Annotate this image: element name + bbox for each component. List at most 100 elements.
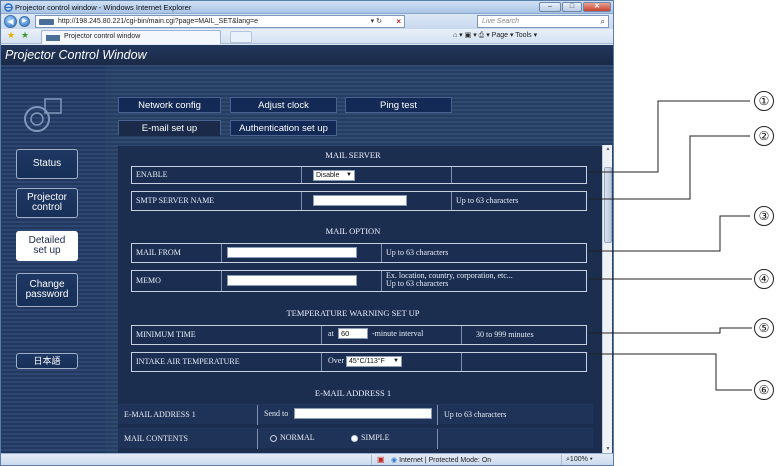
vertical-scrollbar[interactable]: ▲ ▼ <box>602 145 612 453</box>
callout-1: ① <box>754 91 774 111</box>
mail-contents-hint-cell <box>438 429 588 449</box>
sidebar-item-label: Change password <box>25 279 69 300</box>
mail-server-heading: MAIL SERVER <box>325 150 381 160</box>
tab-authentication-set-up[interactable]: Authentication set up <box>230 120 337 136</box>
smtp-row: SMTP SERVER NAME Up to 63 characters <box>131 191 587 211</box>
forward-button[interactable]: ▶ <box>19 16 30 27</box>
chevron-down-icon: ▼ <box>393 358 399 364</box>
favorites-bar: ★ ★ Projector control window ⌂ ▾ ▣ ▾ ⎙ ▾… <box>1 29 613 44</box>
maximize-button[interactable]: □ <box>562 2 582 12</box>
intake-air-row: INTAKE AIR TEMPERATURE Over 45°C/113°F ▼ <box>131 352 587 372</box>
callout-5: ⑤ <box>754 318 774 338</box>
security-icon: ▣ <box>377 455 385 464</box>
security-zone-text: Internet | Protected Mode: On <box>399 457 492 464</box>
enable-value-cell <box>302 167 452 183</box>
address-url: http://198.245.80.221/cgi-bin/main.cgi?p… <box>58 18 259 25</box>
email-address-1-heading: E-MAIL ADDRESS 1 <box>314 388 392 398</box>
intake-air-label: INTAKE AIR TEMPERATURE <box>132 353 322 371</box>
back-button[interactable]: ◀ <box>4 15 17 28</box>
sidebar-item-detailed-set-up[interactable]: Detailed set up <box>16 231 78 261</box>
address-toolbar: ◀ ▶ http://198.245.80.221/cgi-bin/main.c… <box>1 14 613 29</box>
mail-contents-label: MAIL CONTENTS <box>118 429 258 449</box>
sidebar-item-japanese[interactable]: 日本語 <box>16 353 78 369</box>
globe-icon: ◉ <box>391 457 398 464</box>
scrollbar-thumb[interactable] <box>604 167 612 243</box>
sidebar-item-label: 日本語 <box>33 356 61 366</box>
minimum-time-input[interactable]: 60 <box>338 328 368 339</box>
intake-air-hint-cell <box>462 353 586 371</box>
minimize-button[interactable]: – <box>539 2 561 12</box>
simple-radio[interactable] <box>351 435 358 442</box>
email-address-1-label: E-MAIL ADDRESS 1 <box>118 405 258 425</box>
enable-row: ENABLE Disable ▼ <box>131 166 587 184</box>
search-input[interactable]: Live Search ⌕ <box>477 15 609 28</box>
sidebar-item-change-password[interactable]: Change password <box>16 273 78 307</box>
enable-label: ENABLE <box>132 167 302 183</box>
mail-from-hint: Up to 63 characters <box>386 248 449 257</box>
security-zone: ◉ Internet | Protected Mode: On <box>391 456 491 464</box>
minimum-time-row: MINIMUM TIME at 60 -minute interval 30 t… <box>131 325 587 345</box>
normal-label: NORMAL <box>280 433 315 442</box>
window-title: Projector control window - Windows Inter… <box>15 3 192 12</box>
sidebar-item-status[interactable]: Status <box>16 149 78 179</box>
status-divider <box>561 455 562 465</box>
page-icon <box>39 19 54 25</box>
browser-tab[interactable]: Projector control window <box>41 30 221 44</box>
mail-settings-panel: MAIL SERVER ENABLE Disable ▼ SMTP SERVER … <box>118 146 608 453</box>
search-placeholder: Live Search <box>482 18 519 25</box>
temperature-heading: TEMPERATURE WARNING SET UP <box>286 308 420 318</box>
page-title: Projector Control Window <box>1 45 613 65</box>
callout-3: ③ <box>754 206 774 226</box>
tab-adjust-clock[interactable]: Adjust clock <box>230 97 337 113</box>
stop-icon[interactable]: × <box>396 17 401 26</box>
memo-value-cell <box>222 271 382 291</box>
sidebar-item-label: Status <box>32 158 62 169</box>
simple-label: SIMPLE <box>361 433 390 442</box>
scroll-down-icon[interactable]: ▼ <box>604 446 612 452</box>
tab-network-config[interactable]: Network config <box>118 97 221 113</box>
sidebar-item-projector-control[interactable]: Projector control <box>16 188 78 218</box>
normal-radio[interactable] <box>270 435 277 442</box>
smtp-label: SMTP SERVER NAME <box>132 192 302 210</box>
email-address-1-hint: Up to 63 characters <box>444 410 507 419</box>
callout-4: ④ <box>754 269 774 289</box>
minimum-time-suffix: -minute interval <box>372 329 424 338</box>
search-icon[interactable]: ⌕ <box>601 17 605 27</box>
scroll-up-icon[interactable]: ▲ <box>604 146 612 152</box>
refresh-icon[interactable]: ▾ ↻ <box>371 17 382 25</box>
zoom-value: 100% <box>569 456 588 463</box>
status-bar: ▣ ◉ Internet | Protected Mode: On ⌕100% … <box>1 453 613 465</box>
email-address-1-row: E-MAIL ADDRESS 1 Send to Up to 63 charac… <box>118 404 593 425</box>
command-bar[interactable]: ⌂ ▾ ▣ ▾ ⎙ ▾ Page ▾ Tools ▾ <box>453 31 537 40</box>
intake-air-select[interactable]: 45°C/113°F ▼ <box>346 356 402 367</box>
memo-row: MEMO Ex. location, country, corporation,… <box>131 270 587 292</box>
callout-6: ⑥ <box>754 380 774 400</box>
title-bar: Projector control window - Windows Inter… <box>1 1 613 14</box>
mail-contents-row: MAIL CONTENTS NORMAL SIMPLE <box>118 428 593 449</box>
smtp-hint: Up to 63 characters <box>456 196 519 205</box>
memo-hint-line-2: Up to 63 characters <box>386 279 449 288</box>
projector-control-page: Projector Control Window Status Projecto… <box>1 45 613 453</box>
minimum-time-label: MINIMUM TIME <box>132 326 322 344</box>
sidebar-item-label: Projector control <box>26 192 67 213</box>
add-favorite-icon[interactable]: ★ <box>21 30 29 41</box>
minimum-time-hint: 30 to 999 minutes <box>476 330 534 339</box>
tab-ping-test[interactable]: Ping test <box>345 97 452 113</box>
address-bar[interactable]: http://198.245.80.221/cgi-bin/main.cgi?p… <box>35 15 405 28</box>
mail-from-label: MAIL FROM <box>132 244 222 262</box>
close-button[interactable]: ✕ <box>583 2 611 12</box>
tab-e-mail-set-up[interactable]: E-mail set up <box>118 120 221 136</box>
mail-from-row: MAIL FROM Up to 63 characters <box>131 243 587 263</box>
memo-label: MEMO <box>132 271 222 291</box>
sidebar: Status Projector control Detailed set up… <box>1 65 105 453</box>
intake-air-prefix: Over <box>328 356 344 365</box>
ie-logo-icon <box>4 3 13 12</box>
enable-hint-cell <box>452 167 586 183</box>
favorites-star-icon[interactable]: ★ <box>7 30 15 41</box>
tab-page-icon <box>46 35 60 41</box>
new-tab-button[interactable] <box>230 31 252 43</box>
minimum-time-prefix: at <box>328 329 334 338</box>
mail-option-heading: MAIL OPTION <box>325 226 381 236</box>
lens-logo-icon <box>24 98 62 132</box>
zoom-level[interactable]: ⌕100% ▾ <box>566 456 593 464</box>
